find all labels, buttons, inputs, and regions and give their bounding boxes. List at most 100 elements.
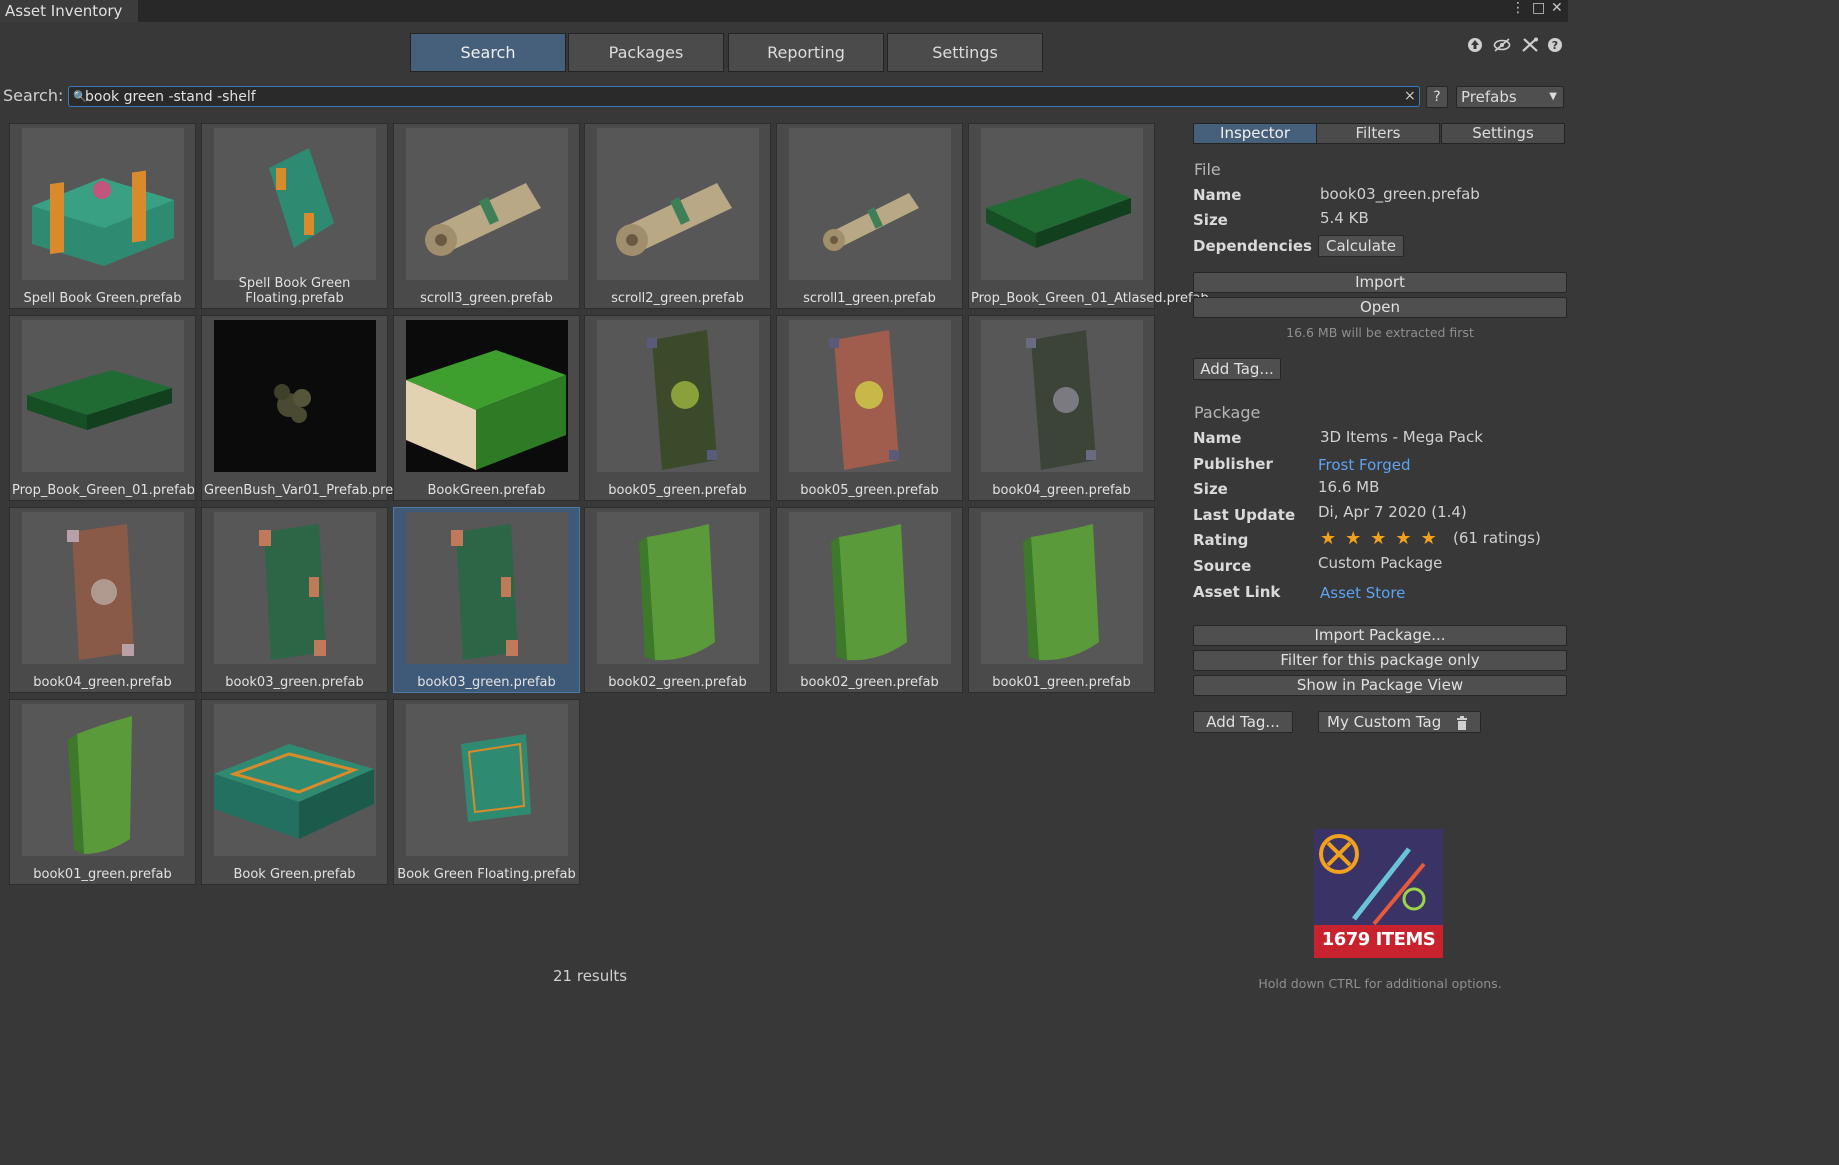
- tab-packages[interactable]: Packages: [568, 33, 724, 72]
- book-thumbnail: [22, 704, 184, 856]
- item-label: book01_green.prefab: [992, 675, 1131, 690]
- grid-item[interactable]: book02_green.prefab: [776, 507, 963, 693]
- dependencies-label: Dependencies: [1193, 237, 1312, 255]
- item-label: book03_green.prefab: [417, 675, 556, 690]
- publisher-link[interactable]: Frost Forged: [1318, 456, 1410, 474]
- rating-label: Rating: [1193, 531, 1249, 549]
- grid-item[interactable]: Prop_Book_Green_01.prefab: [9, 315, 196, 501]
- tab-filters[interactable]: Filters: [1316, 123, 1440, 144]
- tab-settings[interactable]: Settings: [887, 33, 1043, 72]
- custom-tag-chip[interactable]: My Custom Tag: [1318, 711, 1481, 733]
- grid-item[interactable]: GreenBush_Var01_Prefab.prefab: [201, 315, 414, 501]
- star-icon: ★: [1370, 528, 1387, 549]
- file-size-value: 5.4 KB: [1320, 209, 1369, 227]
- scroll-thumbnail: [597, 128, 759, 280]
- green-book-thumbnail: [981, 128, 1143, 280]
- add-tag-button[interactable]: Add Tag...: [1193, 358, 1281, 380]
- item-label: Spell Book Green.prefab: [23, 291, 182, 306]
- grid-item[interactable]: Book Green Floating.prefab: [393, 699, 580, 885]
- close-icon[interactable]: ✕: [1551, 0, 1563, 16]
- search-input[interactable]: [85, 87, 1395, 106]
- package-section-header: Package: [1194, 403, 1261, 422]
- grid-item[interactable]: Spell Book Green Floating.prefab: [201, 123, 388, 309]
- star-icon: ★: [1395, 528, 1412, 549]
- tab-panel-settings[interactable]: Settings: [1441, 123, 1565, 144]
- title-bar: [0, 0, 1568, 22]
- grid-item[interactable]: BookGreen.prefab: [393, 315, 580, 501]
- last-update-value: Di, Apr 7 2020 (1.4): [1318, 503, 1467, 521]
- item-label: Spell Book Green Floating.prefab: [238, 276, 351, 306]
- ratings-count: (61 ratings): [1453, 529, 1541, 547]
- help-icon[interactable]: ?: [1547, 37, 1563, 53]
- file-size-label: Size: [1193, 211, 1228, 229]
- grid-item[interactable]: book01_green.prefab: [968, 507, 1155, 693]
- item-label: book04_green.prefab: [992, 483, 1131, 498]
- import-package-button[interactable]: Import Package...: [1193, 625, 1567, 646]
- book-thumbnail: [597, 320, 759, 472]
- filter-package-button[interactable]: Filter for this package only: [1193, 650, 1567, 671]
- item-label: scroll2_green.prefab: [611, 291, 744, 306]
- item-label: Book Green Floating.prefab: [397, 867, 576, 882]
- book-thumbnail: [789, 512, 951, 664]
- show-package-view-button[interactable]: Show in Package View: [1193, 675, 1567, 696]
- green-book-thumbnail: [406, 320, 568, 472]
- grid-item[interactable]: book01_green.prefab: [9, 699, 196, 885]
- package-image-caption: 1679 ITEMS: [1321, 929, 1436, 950]
- green-book-thumbnail: [406, 704, 568, 856]
- star-icon: ★: [1320, 528, 1337, 549]
- hide-eye-icon[interactable]: [1493, 37, 1511, 53]
- book-thumbnail: [597, 512, 759, 664]
- source-value: Custom Package: [1318, 554, 1443, 572]
- grid-item[interactable]: book04_green.prefab: [9, 507, 196, 693]
- grid-item[interactable]: book04_green.prefab: [968, 315, 1155, 501]
- search-help-button[interactable]: ?: [1426, 86, 1448, 108]
- maximize-icon[interactable]: □: [1532, 0, 1545, 16]
- calculate-button[interactable]: Calculate: [1318, 235, 1404, 257]
- green-book-thumbnail: [214, 704, 376, 856]
- rating-stars: ★ ★ ★ ★ ★: [1320, 528, 1446, 549]
- grid-item[interactable]: Spell Book Green.prefab: [9, 123, 196, 309]
- clear-search-icon[interactable]: ×: [1404, 87, 1416, 106]
- green-book-thumbnail: [22, 320, 184, 472]
- book-thumbnail: [214, 512, 376, 664]
- grid-item[interactable]: Book Green.prefab: [201, 699, 388, 885]
- item-label: Prop_Book_Green_01_Atlased.prefab: [971, 291, 1209, 306]
- package-add-tag-button[interactable]: Add Tag...: [1193, 711, 1293, 733]
- grid-item[interactable]: book03_green.prefab: [201, 507, 388, 693]
- window-title-tab[interactable]: Asset Inventory: [0, 0, 138, 22]
- kebab-menu-icon[interactable]: ⋮: [1511, 0, 1525, 16]
- tools-icon[interactable]: [1521, 37, 1538, 53]
- grid-item[interactable]: scroll1_green.prefab: [776, 123, 963, 309]
- grid-item-selected[interactable]: book03_green.prefab: [393, 507, 580, 693]
- item-label: book05_green.prefab: [800, 483, 939, 498]
- book-thumbnail: [981, 320, 1143, 472]
- grid-item[interactable]: Prop_Book_Green_01_Atlased.prefab: [968, 123, 1209, 309]
- trash-icon[interactable]: [1456, 712, 1468, 732]
- tab-reporting[interactable]: Reporting: [728, 33, 884, 72]
- tab-inspector[interactable]: Inspector: [1193, 123, 1317, 144]
- tab-search[interactable]: Search: [410, 33, 566, 72]
- open-button[interactable]: Open: [1193, 297, 1567, 318]
- chevron-down-icon: ▼: [1549, 91, 1557, 102]
- book-thumbnail: [789, 320, 951, 472]
- grid-item[interactable]: scroll2_green.prefab: [584, 123, 771, 309]
- arrow-up-circle-icon[interactable]: [1467, 37, 1483, 53]
- item-label: GreenBush_Var01_Prefab.prefab: [204, 483, 414, 498]
- grid-item[interactable]: scroll3_green.prefab: [393, 123, 580, 309]
- publisher-label: Publisher: [1193, 455, 1273, 473]
- import-button[interactable]: Import: [1193, 272, 1567, 293]
- grid-item[interactable]: book02_green.prefab: [584, 507, 771, 693]
- source-label: Source: [1193, 557, 1252, 575]
- asset-store-link[interactable]: Asset Store: [1320, 584, 1405, 602]
- item-label: Prop_Book_Green_01.prefab: [12, 483, 195, 498]
- type-filter-dropdown[interactable]: Prefabs ▼: [1456, 86, 1564, 108]
- file-section-header: File: [1194, 160, 1221, 179]
- package-name-label: Name: [1193, 429, 1242, 447]
- scroll-thumbnail: [789, 128, 951, 280]
- file-name-value: book03_green.prefab: [1320, 185, 1480, 203]
- ctrl-hint: Hold down CTRL for additional options.: [1258, 976, 1502, 991]
- search-field[interactable]: 🔍 ×: [68, 86, 1420, 107]
- grid-item[interactable]: book05_green.prefab: [584, 315, 771, 501]
- grid-item[interactable]: book05_green.prefab: [776, 315, 963, 501]
- scroll-thumbnail: [406, 128, 568, 280]
